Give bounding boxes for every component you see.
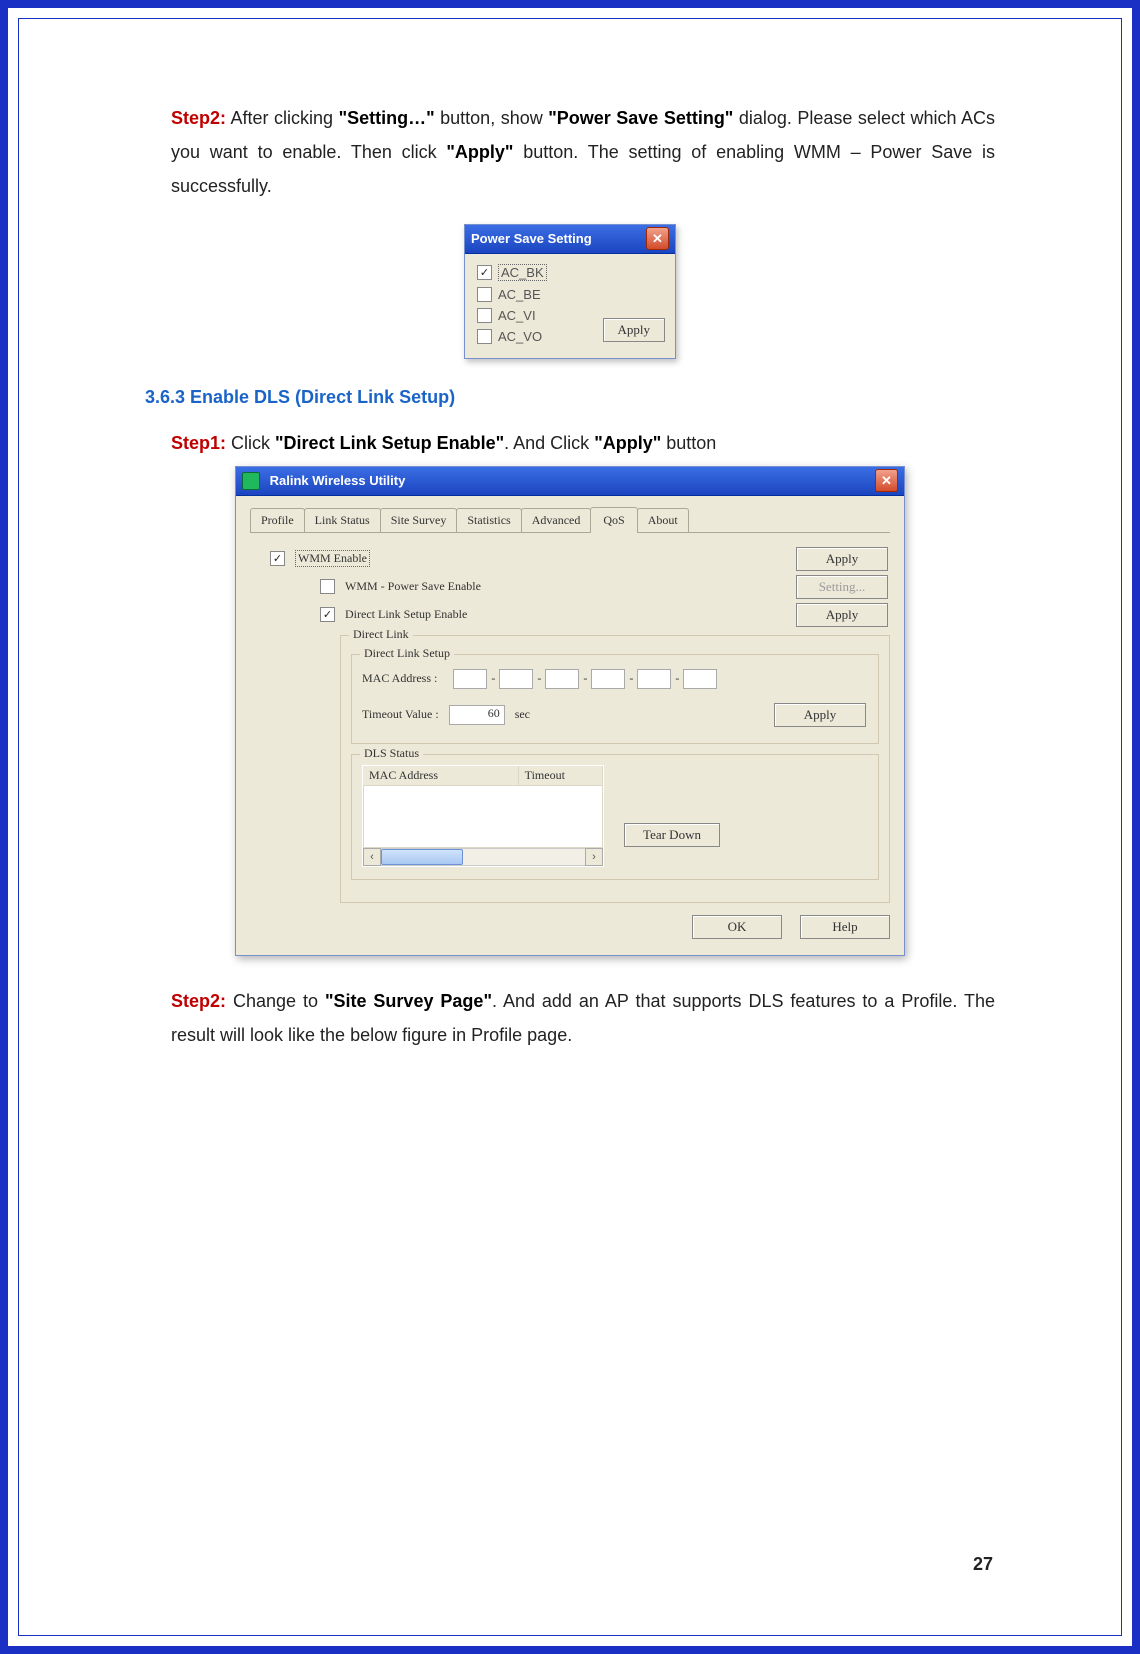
mac-input-4[interactable] — [591, 669, 625, 689]
ac-be-row: AC_BE — [477, 287, 547, 302]
mac-input-6[interactable] — [683, 669, 717, 689]
dls-setup-apply-button[interactable]: Apply — [774, 703, 866, 727]
ac-vo-row: AC_VO — [477, 329, 547, 344]
ac-vi-row: AC_VI — [477, 308, 547, 323]
mac-input-1[interactable] — [453, 669, 487, 689]
dialog-titlebar: Power Save Setting ✕ — [465, 225, 675, 254]
direct-link-setup-group: Direct Link Setup MAC Address : - - - - … — [351, 654, 879, 744]
wmm-apply-button[interactable]: Apply — [796, 547, 888, 571]
help-button[interactable]: Help — [800, 915, 890, 939]
page-number: 27 — [973, 1554, 993, 1575]
ac-bk-row: ✓ AC_BK — [477, 264, 547, 281]
wmm-enable-checkbox[interactable]: ✓ — [270, 551, 285, 566]
tab-profile[interactable]: Profile — [250, 508, 305, 532]
tab-about[interactable]: About — [637, 508, 689, 532]
tab-row: Profile Link Status Site Survey Statisti… — [250, 506, 890, 533]
tab-link-status[interactable]: Link Status — [304, 508, 381, 532]
dls-status-group: DLS Status MAC Address Timeout ‹ — [351, 754, 879, 880]
ac-be-checkbox[interactable] — [477, 287, 492, 302]
dls-scrollbar[interactable]: ‹ › — [363, 847, 603, 866]
dls-status-legend: DLS Status — [360, 746, 423, 761]
tab-advanced[interactable]: Advanced — [521, 508, 592, 532]
step1-paragraph: Step1: Click "Direct Link Setup Enable".… — [171, 426, 995, 460]
tab-site-survey[interactable]: Site Survey — [380, 508, 458, 532]
setting-button[interactable]: Setting... — [796, 575, 888, 599]
tab-qos[interactable]: QoS — [590, 507, 637, 533]
timeout-unit: sec — [515, 707, 530, 722]
mac-input-3[interactable] — [545, 669, 579, 689]
tab-statistics[interactable]: Statistics — [456, 508, 521, 532]
wmm-ps-label: WMM - Power Save Enable — [345, 579, 481, 594]
power-save-dialog: Power Save Setting ✕ ✓ AC_BK AC_BE — [464, 224, 676, 359]
ac-vo-label: AC_VO — [498, 329, 542, 344]
timeout-label: Timeout Value : — [362, 707, 439, 722]
close-icon[interactable]: ✕ — [875, 469, 898, 492]
wmm-ps-checkbox[interactable] — [320, 579, 335, 594]
step2b-label: Step2: — [171, 991, 226, 1011]
step2-label: Step2: — [171, 108, 226, 128]
direct-link-legend: Direct Link — [349, 627, 413, 642]
wmm-enable-label: WMM Enable — [295, 550, 370, 567]
timeout-input[interactable]: 60 — [449, 705, 505, 725]
ok-button[interactable]: OK — [692, 915, 782, 939]
ac-vi-checkbox[interactable] — [477, 308, 492, 323]
power-save-apply-button[interactable]: Apply — [603, 318, 666, 342]
utility-titlebar: Ralink Wireless Utility ✕ — [236, 467, 904, 496]
ac-be-label: AC_BE — [498, 287, 541, 302]
dls-setup-legend: Direct Link Setup — [360, 646, 454, 661]
step1-label: Step1: — [171, 433, 226, 453]
mac-address-label: MAC Address : — [362, 671, 437, 686]
ac-vi-label: AC_VI — [498, 308, 536, 323]
app-icon — [242, 472, 260, 490]
mac-input-5[interactable] — [637, 669, 671, 689]
step2-site-survey-paragraph: Step2: Change to "Site Survey Page". And… — [171, 984, 995, 1052]
ralink-utility-window: Ralink Wireless Utility ✕ Profile Link S… — [235, 466, 905, 956]
scroll-left-icon[interactable]: ‹ — [363, 848, 381, 866]
mac-input-2[interactable] — [499, 669, 533, 689]
utility-title: Ralink Wireless Utility — [270, 473, 406, 488]
col-mac-address: MAC Address — [363, 766, 519, 785]
ac-bk-label: AC_BK — [498, 264, 547, 281]
step2-power-save-paragraph: Step2: After clicking "Setting…" button,… — [171, 101, 995, 204]
dls-enable-checkbox[interactable]: ✓ — [320, 607, 335, 622]
col-timeout: Timeout — [519, 766, 603, 785]
scroll-thumb[interactable] — [381, 849, 463, 865]
ac-bk-checkbox[interactable]: ✓ — [477, 265, 492, 280]
section-3-6-3-heading: 3.6.3 Enable DLS (Direct Link Setup) — [145, 387, 995, 408]
tear-down-button[interactable]: Tear Down — [624, 823, 720, 847]
dls-apply-button[interactable]: Apply — [796, 603, 888, 627]
dls-status-table: MAC Address Timeout ‹ › — [362, 765, 604, 867]
dialog-title: Power Save Setting — [471, 225, 592, 253]
direct-link-group: Direct Link Direct Link Setup MAC Addres… — [340, 635, 890, 903]
close-icon[interactable]: ✕ — [646, 227, 669, 250]
ac-vo-checkbox[interactable] — [477, 329, 492, 344]
dls-enable-label: Direct Link Setup Enable — [345, 607, 467, 622]
scroll-right-icon[interactable]: › — [585, 848, 603, 866]
